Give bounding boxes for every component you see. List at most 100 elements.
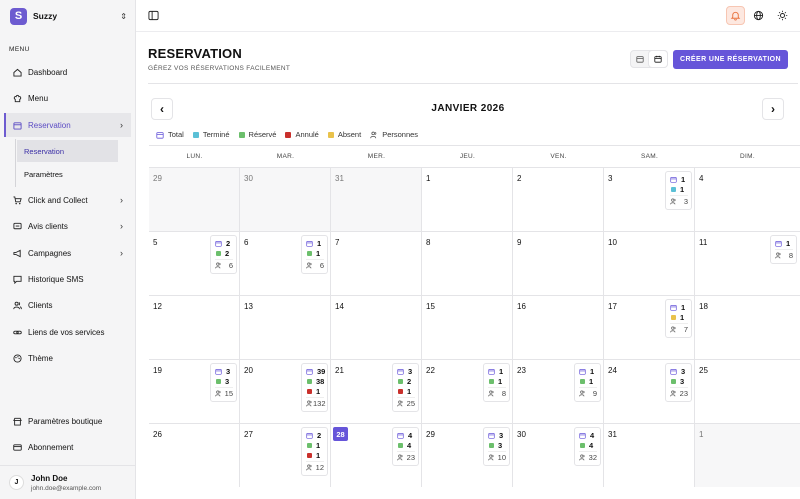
sidebar-item-theme[interactable]: Thème <box>4 347 131 369</box>
legend-swatch <box>327 131 334 138</box>
calendar-day-cell[interactable]: 8 <box>422 231 513 295</box>
day-stats-card[interactable]: 18 <box>770 235 797 264</box>
next-month-button[interactable]: › <box>762 98 784 120</box>
sidebar-item-menu[interactable]: Menu <box>4 87 131 109</box>
calendar-day-cell[interactable]: 22 1 1 8 <box>422 359 513 423</box>
chevrons-up-down-icon: ⇕ <box>120 11 127 21</box>
submenu-item-reservation[interactable]: Reservation <box>17 140 118 162</box>
stat-persons-value: 132 <box>313 399 326 408</box>
stat-total-value: 1 <box>786 238 791 248</box>
day-stats-card[interactable]: 4 4 23 <box>392 427 419 466</box>
day-stats-card[interactable]: 11 6 <box>301 235 328 274</box>
calendar-day-cell[interactable]: 7 <box>331 231 422 295</box>
sidebar-item-avis-clients[interactable]: Avis clients › <box>4 215 131 237</box>
stat-total-row: 1 <box>775 238 793 248</box>
status-swatch <box>489 378 494 384</box>
calendar-day-cell[interactable]: 30 4 4 32 <box>513 423 604 487</box>
calendar-day-cell[interactable]: 4 <box>695 167 800 231</box>
day-number: 24 <box>608 366 617 375</box>
stat-total-value: 2 <box>226 238 231 248</box>
day-stats-card[interactable]: 3 3 23 <box>665 363 692 402</box>
user-profile[interactable]: J John Doe john.doe@example.com <box>0 465 135 499</box>
calendar-day-cell[interactable]: 27 2 1 1 12 <box>240 423 331 487</box>
day-stats-card[interactable]: 3 2 1 25 <box>392 363 419 412</box>
sidebar-item-click-and-collect[interactable]: Click and Collect › <box>4 189 131 211</box>
calendar-day-cell[interactable]: 3 11 3 <box>604 167 695 231</box>
theme-toggle-button[interactable] <box>773 6 792 25</box>
sidebar-item-dashboard[interactable]: Dashboard <box>4 61 131 83</box>
link-icon <box>12 327 23 338</box>
notifications-button[interactable] <box>726 6 745 25</box>
users-icon <box>579 390 586 397</box>
day-stats-card[interactable]: 11 9 <box>574 363 601 402</box>
calendar-day-cell[interactable]: 17 1 1 7 <box>604 295 695 359</box>
calendar-day-cell[interactable]: 5 22 6 <box>149 231 240 295</box>
sidebar-item-campagnes[interactable]: Campagnes › <box>4 242 131 264</box>
calendar-day-cell[interactable]: 13 <box>240 295 331 359</box>
stat-persons-row: 9 <box>579 387 597 399</box>
sidebar-item-label: Click and Collect <box>28 195 88 205</box>
calendar-day-cell[interactable]: 19 3 3 15 <box>149 359 240 423</box>
day-stats-card[interactable]: 11 7 <box>665 299 692 338</box>
sidebar-item-clients[interactable]: Clients <box>4 294 131 316</box>
language-button[interactable] <box>749 6 768 25</box>
create-reservation-button[interactable]: CRÉER UNE RÉSERVATION <box>673 50 788 69</box>
day-stats-card[interactable]: 4 4 32 <box>574 427 601 466</box>
brand-switcher[interactable]: S Suzzy ⇕ <box>0 0 135 32</box>
list-view-button[interactable] <box>631 51 649 67</box>
sidebar-item-abonnement[interactable]: Abonnement <box>4 436 131 458</box>
prev-month-button[interactable]: ‹ <box>151 98 173 120</box>
legend-label: Réservé <box>248 130 277 139</box>
sidebar-item-reservation[interactable]: Reservation › <box>4 113 131 137</box>
calendar-day-cell[interactable]: 20 39 38 1 132 <box>240 359 331 423</box>
stat-value: 4 <box>407 440 412 450</box>
calendar-day-cell[interactable]: 12 <box>149 295 240 359</box>
stat-persons-value: 23 <box>406 453 415 462</box>
calendar-day-cell[interactable]: 15 <box>422 295 513 359</box>
day-stats-card[interactable]: 3 3 15 <box>210 363 237 402</box>
calendar-day-cell[interactable]: 31 <box>604 423 695 487</box>
day-stats-card[interactable]: 2 1 1 12 <box>301 427 328 476</box>
sidebar-item-parametres-boutique[interactable]: Paramètres boutique <box>4 410 131 432</box>
day-stats-card[interactable]: 11 3 <box>665 171 692 210</box>
calendar-day-cell[interactable]: 25 <box>695 359 800 423</box>
calendar-day-cell[interactable]: 30 <box>240 167 331 231</box>
submenu-item-parametres[interactable]: Paramètres <box>17 163 118 185</box>
sidebar-item-liens[interactable]: Liens de vos services <box>4 321 131 343</box>
stat-reserve-row: 1 <box>579 376 597 386</box>
stat-value: 2 <box>407 376 412 386</box>
calendar-day-cell[interactable]: 29 <box>149 167 240 231</box>
day-stats-card[interactable]: 3 3 10 <box>483 427 510 466</box>
user-email: john.doe@example.com <box>31 484 102 492</box>
calendar-day-cell[interactable]: 28 4 4 23 <box>331 423 422 487</box>
stat-reserve-row: 3 <box>670 376 688 386</box>
day-stats-card[interactable]: 39 38 1 132 <box>301 363 328 412</box>
sidebar-item-historique-sms[interactable]: Historique SMS <box>4 268 131 290</box>
day-stats-card[interactable]: 22 6 <box>210 235 237 274</box>
calendar-day-cell[interactable]: 1 <box>422 167 513 231</box>
sidebar-toggle-button[interactable] <box>144 6 163 25</box>
legend-label: Personnes <box>382 130 419 139</box>
calendar-day-cell[interactable]: 21 3 2 1 25 <box>331 359 422 423</box>
calendar-day-cell[interactable]: 2 <box>513 167 604 231</box>
calendar-day-cell[interactable]: 14 <box>331 295 422 359</box>
stat-persons-value: 9 <box>592 389 597 398</box>
calendar-day-cell[interactable]: 18 <box>695 295 800 359</box>
calendar-day-cell[interactable]: 26 <box>149 423 240 487</box>
calendar-day-cell[interactable]: 24 3 3 23 <box>604 359 695 423</box>
calendar-day-cell[interactable]: 31 <box>331 167 422 231</box>
sidebar-item-label: Abonnement <box>28 442 74 452</box>
calendar-day-cell[interactable]: 29 3 3 10 <box>422 423 513 487</box>
calendar-day-cell[interactable]: 16 <box>513 295 604 359</box>
day-stats-card[interactable]: 11 8 <box>483 363 510 402</box>
calendar-day-cell[interactable]: 1 <box>695 423 800 487</box>
calendar-day-cell[interactable]: 23 1 1 9 <box>513 359 604 423</box>
calendar-day-cell[interactable]: 6 11 6 <box>240 231 331 295</box>
day-number: 4 <box>699 174 704 183</box>
calendar-icon <box>12 120 23 131</box>
calendar-day-cell[interactable]: 9 <box>513 231 604 295</box>
calendar-day-cell[interactable]: 10 <box>604 231 695 295</box>
status-swatch <box>489 442 494 448</box>
calendar-view-button[interactable] <box>649 51 667 67</box>
calendar-day-cell[interactable]: 11 1 8 <box>695 231 800 295</box>
